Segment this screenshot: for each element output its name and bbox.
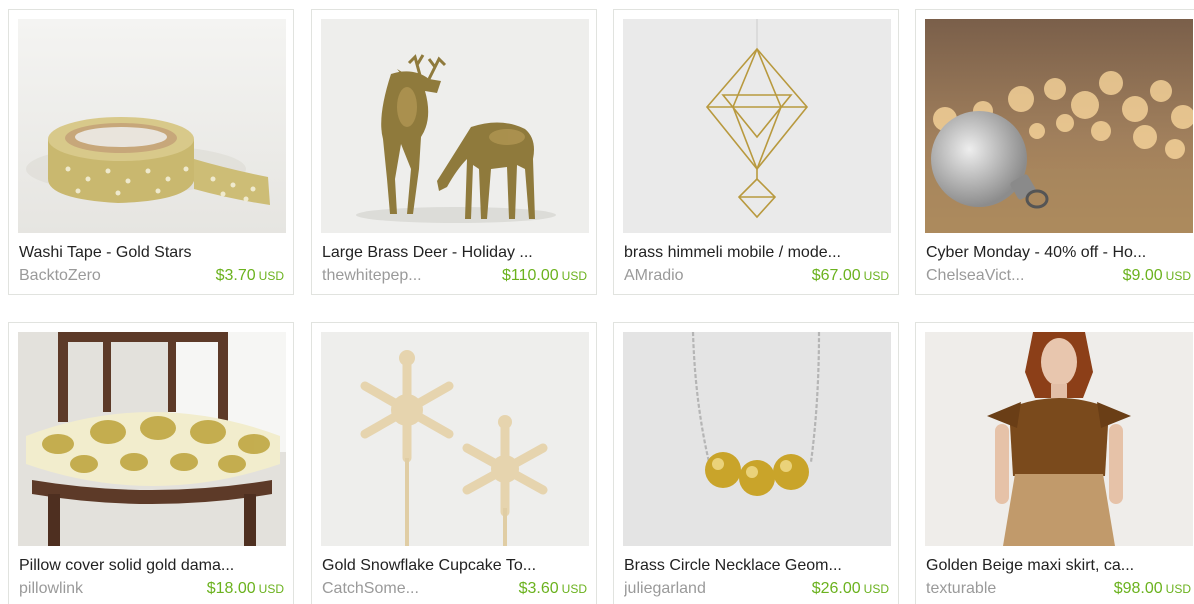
listing-price: $98.00 USD bbox=[1114, 579, 1191, 599]
price-currency: USD bbox=[258, 269, 284, 283]
listing-title[interactable]: Brass Circle Necklace Geom... bbox=[624, 556, 892, 576]
listing-shop-name[interactable]: texturable bbox=[926, 579, 1076, 599]
price-amount: $98.00 bbox=[1113, 580, 1163, 597]
washi-tape-image[interactable] bbox=[18, 19, 286, 233]
listing-price: $18.00 USD bbox=[207, 579, 284, 599]
listing-title[interactable]: Golden Beige maxi skirt, ca... bbox=[926, 556, 1194, 576]
listing-shop-name[interactable]: AMradio bbox=[624, 266, 774, 286]
glitter-ornament-image[interactable] bbox=[925, 19, 1193, 233]
listing-shop-name[interactable]: thewhitepep... bbox=[322, 266, 472, 286]
listing-price: $3.60 USD bbox=[519, 579, 587, 599]
listing-price: $9.00 USD bbox=[1123, 266, 1191, 286]
price-currency: USD bbox=[561, 269, 587, 283]
listing-shop-name[interactable]: juliegarland bbox=[624, 579, 774, 599]
listing-grid: Washi Tape - Gold Stars BacktoZero $3.70… bbox=[0, 0, 1194, 604]
price-amount: $67.00 bbox=[811, 267, 861, 284]
listing-title[interactable]: Large Brass Deer - Holiday ... bbox=[322, 243, 590, 263]
listing-card[interactable]: Golden Beige maxi skirt, ca... texturabl… bbox=[915, 322, 1194, 604]
listing-title[interactable]: Pillow cover solid gold dama... bbox=[19, 556, 287, 576]
price-amount: $3.70 bbox=[215, 267, 256, 284]
listing-title[interactable]: brass himmeli mobile / mode... bbox=[624, 243, 892, 263]
price-currency: USD bbox=[863, 269, 889, 283]
brass-necklace-image[interactable] bbox=[623, 332, 891, 546]
listing-card[interactable]: Brass Circle Necklace Geom... juliegarla… bbox=[613, 322, 899, 604]
price-amount: $26.00 bbox=[811, 580, 861, 597]
listing-price: $26.00 USD bbox=[812, 579, 889, 599]
himmeli-mobile-image[interactable] bbox=[623, 19, 891, 233]
listing-shop-name[interactable]: ChelseaVict... bbox=[926, 266, 1076, 286]
listing-card[interactable]: Large Brass Deer - Holiday ... thewhitep… bbox=[311, 9, 597, 295]
snowflake-toppers-image[interactable] bbox=[321, 332, 589, 546]
price-amount: $18.00 bbox=[206, 580, 256, 597]
maxi-skirt-image[interactable] bbox=[925, 332, 1193, 546]
listing-card[interactable]: Washi Tape - Gold Stars BacktoZero $3.70… bbox=[8, 9, 294, 295]
listing-card[interactable]: Cyber Monday - 40% off - Ho... ChelseaVi… bbox=[915, 9, 1194, 295]
damask-pillow-image[interactable] bbox=[18, 332, 286, 546]
price-currency: USD bbox=[1165, 269, 1191, 283]
listing-price: $3.70 USD bbox=[216, 266, 284, 286]
listing-shop-name[interactable]: pillowlink bbox=[19, 579, 169, 599]
listing-card[interactable]: brass himmeli mobile / mode... AMradio $… bbox=[613, 9, 899, 295]
listing-title[interactable]: Cyber Monday - 40% off - Ho... bbox=[926, 243, 1194, 263]
price-currency: USD bbox=[561, 582, 587, 596]
price-currency: USD bbox=[1165, 582, 1191, 596]
price-amount: $110.00 bbox=[502, 267, 559, 284]
listing-price: $67.00 USD bbox=[812, 266, 889, 286]
listing-title[interactable]: Gold Snowflake Cupcake To... bbox=[322, 556, 590, 576]
price-amount: $3.60 bbox=[518, 580, 559, 597]
listing-card[interactable]: Gold Snowflake Cupcake To... CatchSome..… bbox=[311, 322, 597, 604]
listing-shop-name[interactable]: CatchSome... bbox=[322, 579, 472, 599]
listing-price: $110.00 USD bbox=[502, 266, 587, 286]
listing-title[interactable]: Washi Tape - Gold Stars bbox=[19, 243, 287, 263]
listing-shop-name[interactable]: BacktoZero bbox=[19, 266, 169, 286]
listing-card[interactable]: Pillow cover solid gold dama... pillowli… bbox=[8, 322, 294, 604]
price-currency: USD bbox=[258, 582, 284, 596]
brass-deer-image[interactable] bbox=[321, 19, 589, 233]
price-currency: USD bbox=[863, 582, 889, 596]
price-amount: $9.00 bbox=[1122, 267, 1163, 284]
